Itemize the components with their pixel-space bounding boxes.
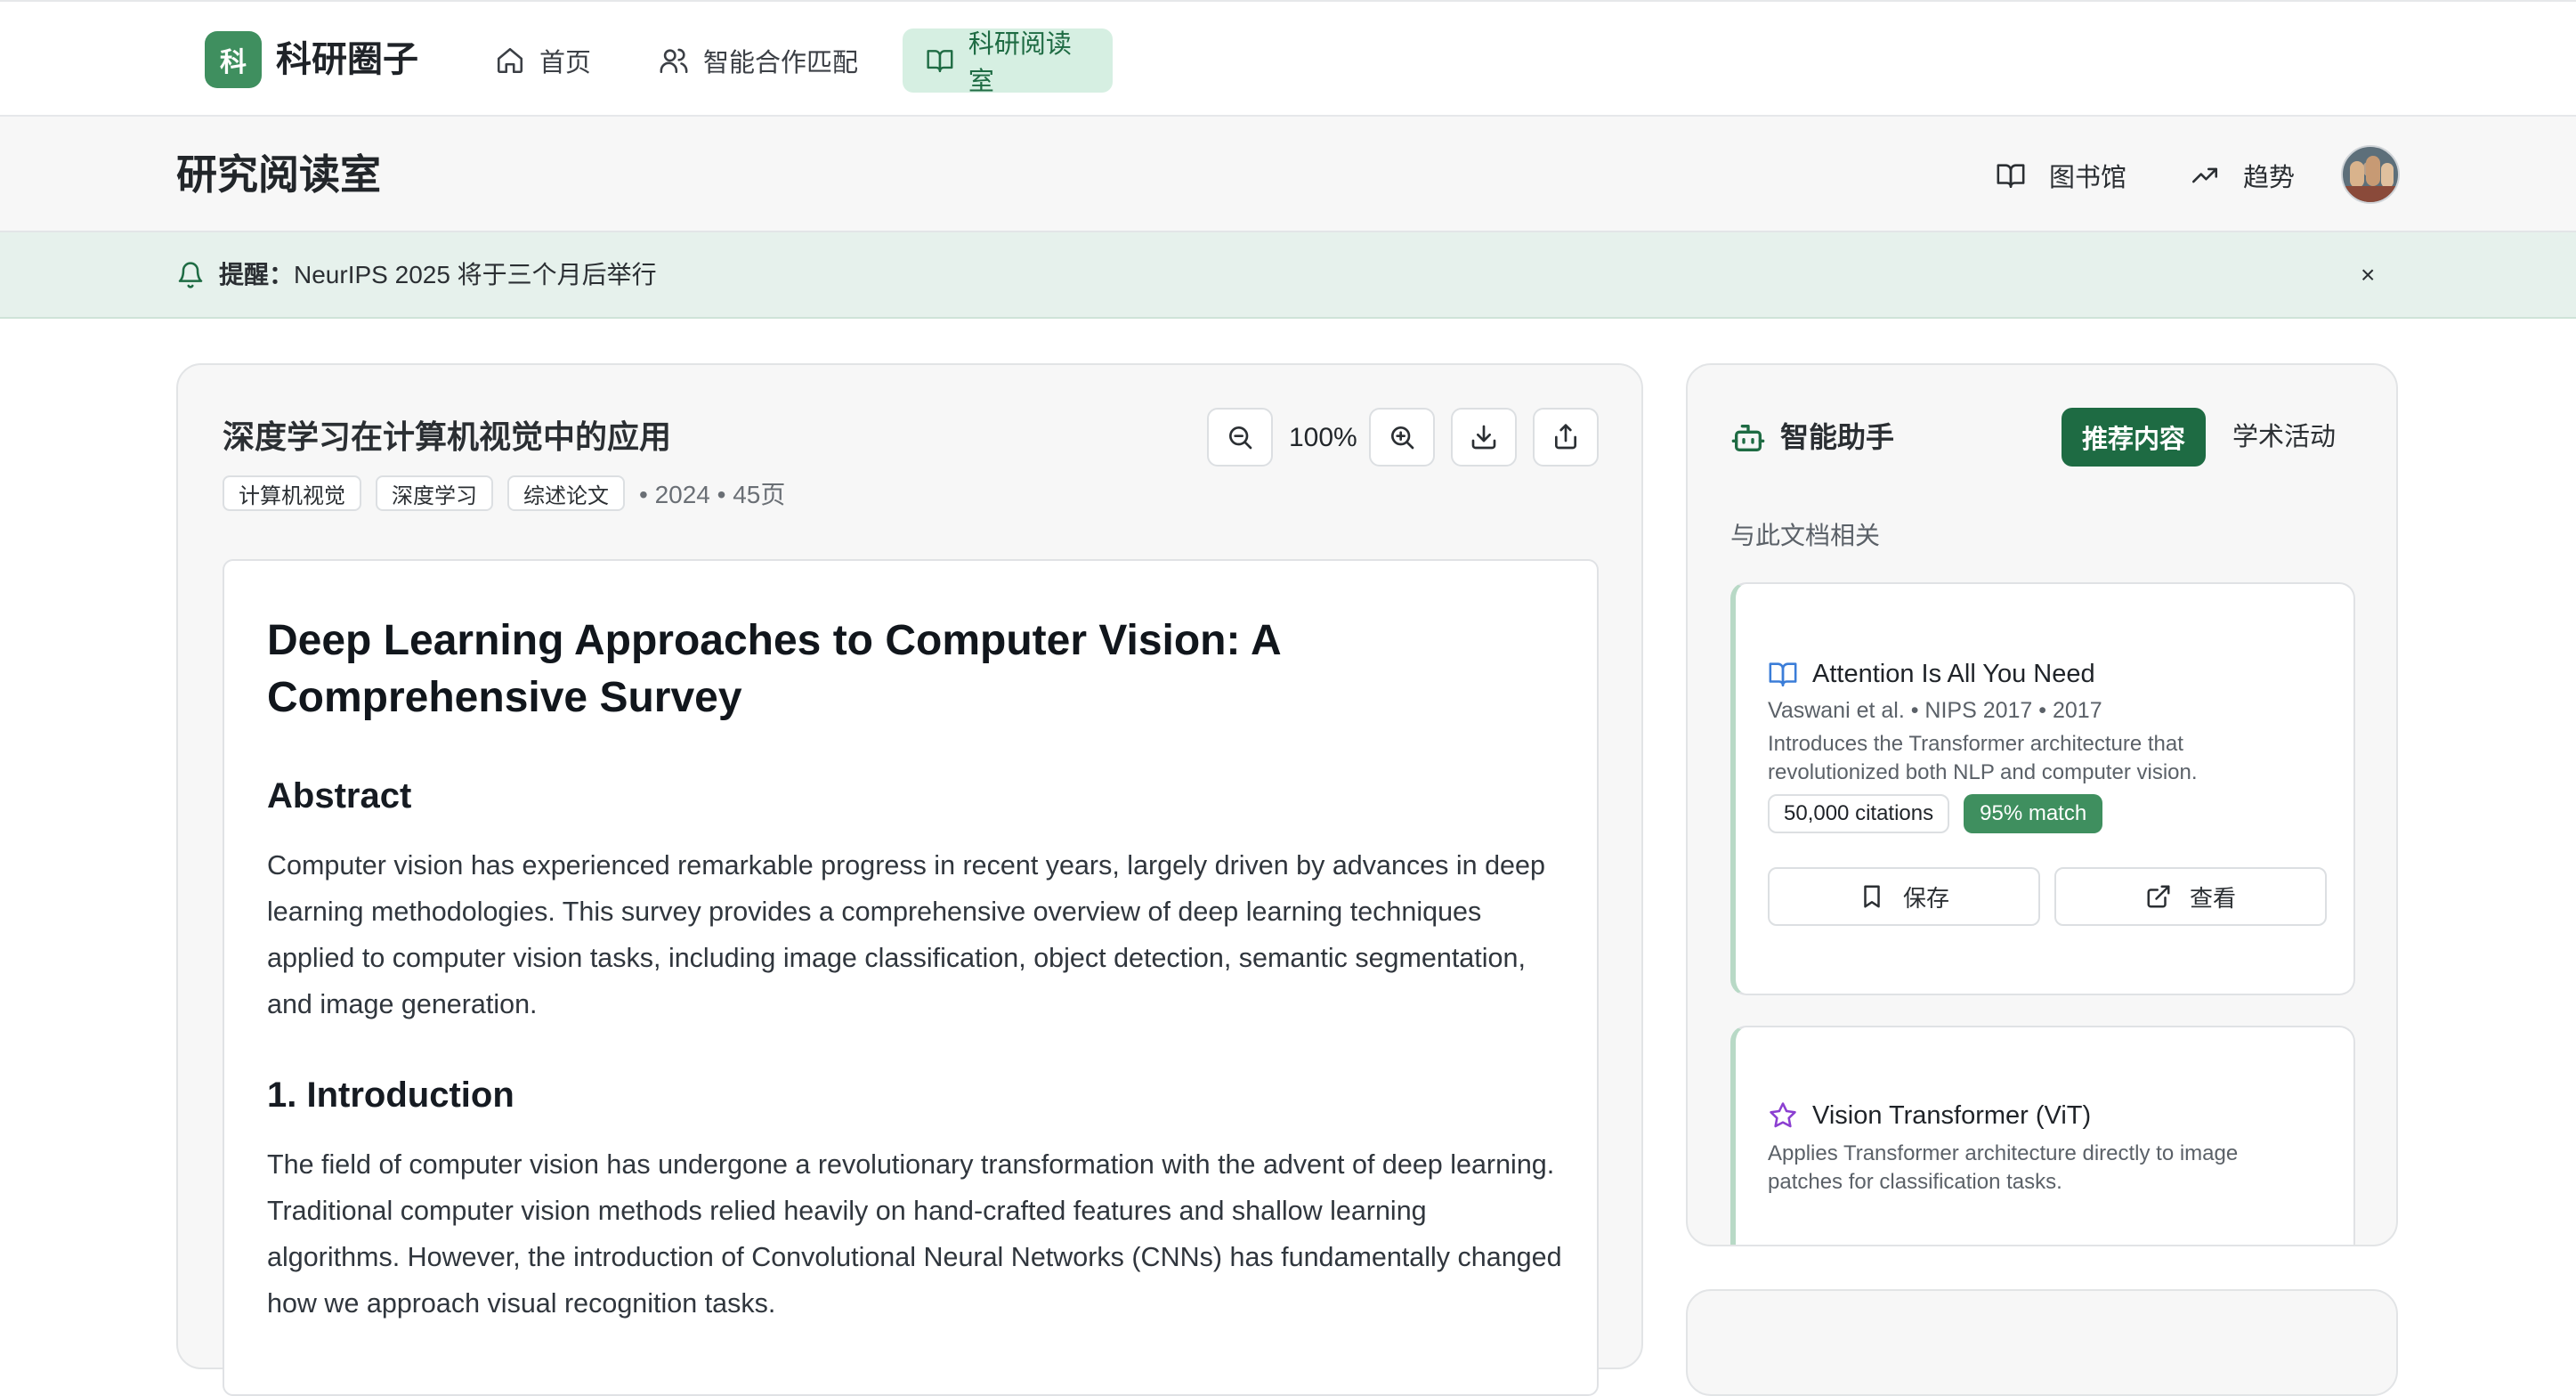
recommendation-title[interactable]: Vision Transformer (ViT) [1812,1097,2091,1134]
tag[interactable]: 计算机视觉 [223,475,361,511]
bell-icon [178,262,203,288]
abstract-text: Computer vision has experienced remarkab… [267,850,1545,1019]
zoom-in-button[interactable] [1369,408,1435,467]
trends-label: 趋势 [2243,164,2296,192]
tag[interactable]: 综述论文 [507,475,625,511]
library-label: 图书馆 [2049,164,2127,192]
top-navbar: 科 科研圈子 首页 智能合作匹配 科研阅读室 [0,0,2576,117]
recommendation-authors: Vaswani et al. • NIPS 2017 • 2017 [1768,698,2102,723]
robot-icon [1731,425,1765,451]
tag[interactable]: 深度学习 [376,475,493,511]
notice-banner: 提醒：NeurIPS 2025 将于三个月后举行 × [0,232,2576,319]
download-button[interactable] [1451,408,1517,467]
tab-recommended[interactable]: 推荐内容 [2062,408,2206,467]
avatar[interactable] [2341,145,2400,204]
book-open-icon [1997,164,2025,189]
document-viewer: 深度学习在计算机视觉中的应用 计算机视觉 深度学习 综述论文 • 2024 • … [176,363,1643,1396]
external-link-icon [2147,885,2170,908]
close-icon[interactable]: × [2361,257,2375,293]
users-icon [660,48,688,74]
nav-home-label: 首页 [539,49,592,77]
save-label: 保存 [1902,884,1949,912]
home-icon [497,47,523,74]
star-icon [1770,1102,1796,1128]
notice-text: 提醒：NeurIPS 2025 将于三个月后举行 [219,257,657,293]
recommendation-item[interactable]: Vision Transformer (ViT) Applies Transfo… [1730,1026,2355,1245]
notice-label: 提醒： [219,261,295,288]
document-title: 深度学习在计算机视觉中的应用 [223,418,672,455]
recommendation-description: Introduces the Transformer architecture … [1768,732,2198,784]
document-page[interactable]: Deep Learning Approaches to Computer Vis… [223,559,1599,1396]
secondary-panel [1686,1289,2398,1396]
recommendation-header: Vision Transformer (ViT) [1768,1097,2091,1134]
nav-smart-match[interactable]: 智能合作匹配 [636,28,881,93]
assistant-panel: 智能助手 推荐内容 学术活动 与此文档相关 Attention Is All Y… [1686,363,2398,1246]
nav-home[interactable]: 首页 [472,28,614,93]
notice-message: NeurIPS 2025 将于三个月后举行 [294,261,657,288]
assistant-title: 智能助手 [1780,421,1895,453]
recommendation-description: Applies Transformer architecture directl… [1768,1141,2239,1194]
citations-badge: 50,000 citations [1768,794,1950,833]
document-year-pages: • 2024 • 45页 [639,481,786,508]
document-meta: 计算机视觉 深度学习 综述论文 • 2024 • 45页 [223,475,785,511]
view-button[interactable]: 查看 [2054,867,2327,926]
recommendation-header: Attention Is All You Need [1768,655,2095,693]
logo-icon[interactable]: 科 [205,31,262,88]
nav-reading-room[interactable]: 科研阅读室 [903,28,1113,96]
trends-link[interactable]: 趋势 [2190,152,2295,199]
sub-header: 研究阅读室 图书馆 趋势 [0,117,2576,232]
book-icon [1769,662,1797,687]
bookmark-icon [1864,885,1880,908]
app-name[interactable]: 科研圈子 [276,34,418,85]
nav-reading-room-label: 科研阅读室 [968,30,1072,96]
tab-activities[interactable]: 学术活动 [2232,417,2336,458]
nav-smart-match-label: 智能合作匹配 [703,49,859,77]
paper-title: Deep Learning Approaches to Computer Vis… [267,617,1280,721]
zoom-level: 100% [1289,423,1357,452]
zoom-out-button[interactable] [1207,408,1273,467]
introduction-text: The field of computer vision has undergo… [267,1149,1562,1319]
recommendation-badges: 50,000 citations 95% match [1768,794,2103,833]
recommendation-item[interactable]: Attention Is All You Need Vaswani et al.… [1730,582,2355,995]
download-icon [1471,425,1496,450]
abstract-heading: Abstract [267,776,412,816]
share-icon [1555,424,1576,450]
library-link[interactable]: 图书馆 [1996,152,2126,199]
view-label: 查看 [2189,884,2236,912]
share-button[interactable] [1533,408,1599,467]
match-badge: 95% match [1964,794,2103,833]
recommendation-title[interactable]: Attention Is All You Need [1812,655,2095,693]
zoom-out-icon [1229,426,1252,450]
zoom-in-icon [1391,426,1414,450]
introduction-heading: 1. Introduction [267,1075,514,1115]
save-button[interactable]: 保存 [1768,867,2040,926]
related-heading: 与此文档相关 [1730,522,1881,549]
book-open-icon [927,50,953,73]
trending-up-icon [2191,167,2218,183]
page-title: 研究阅读室 [176,151,381,198]
